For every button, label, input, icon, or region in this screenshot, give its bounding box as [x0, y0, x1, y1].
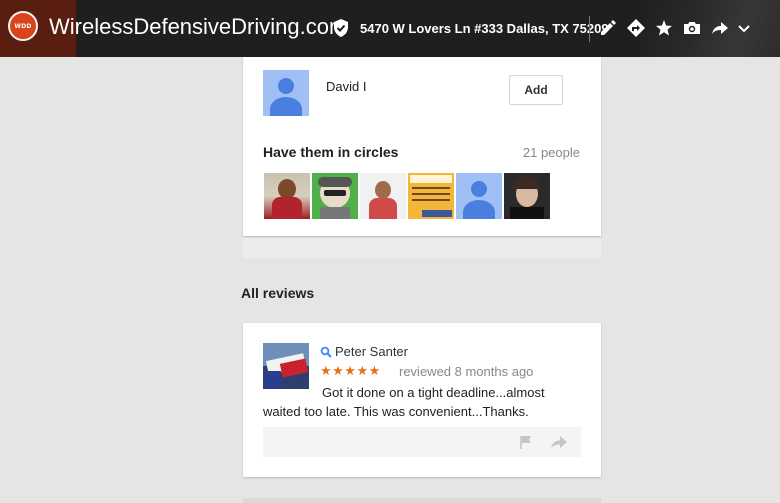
review-actions: [263, 427, 581, 457]
all-reviews-heading: All reviews: [241, 285, 315, 301]
verified-shield-icon: [334, 19, 348, 37]
circle-avatar[interactable]: [264, 173, 310, 219]
review-card: Peter Santer ★★★★★ reviewed 8 months ago…: [243, 323, 601, 477]
next-card-edge: [243, 498, 601, 503]
david-avatar[interactable]: [263, 70, 309, 116]
flag-icon[interactable]: [519, 435, 533, 449]
circle-avatar[interactable]: [504, 173, 550, 219]
circle-avatar[interactable]: [408, 173, 454, 219]
search-icon: [320, 346, 332, 358]
business-address[interactable]: 5470 W Lovers Ln #333 Dallas, TX 75209: [360, 21, 609, 36]
business-logo: WDD: [8, 11, 38, 41]
logo-text: WDD: [14, 22, 32, 30]
toolbar-divider: [589, 16, 590, 42]
rating-stars: ★★★★★: [320, 363, 381, 378]
reviewer-name[interactable]: Peter Santer: [335, 344, 408, 359]
circle-avatar[interactable]: [456, 173, 502, 219]
camera-icon[interactable]: [683, 19, 701, 37]
share-icon[interactable]: [711, 19, 729, 37]
circle-avatar[interactable]: [360, 173, 406, 219]
add-button[interactable]: Add: [509, 75, 563, 105]
pencil-icon[interactable]: [599, 19, 617, 37]
card-spacer: [243, 238, 601, 258]
top-bar: WDD WirelessDefensiveDriving.com 5470 W …: [0, 0, 780, 57]
share-review-icon[interactable]: [550, 435, 568, 449]
directions-icon[interactable]: [627, 19, 645, 37]
circles-heading: Have them in circles: [263, 144, 399, 160]
review-text: Got it done on a tight deadline...almost…: [263, 385, 545, 419]
star-icon[interactable]: [655, 19, 673, 37]
review-date: reviewed 8 months ago: [399, 364, 534, 379]
circle-avatar[interactable]: [312, 173, 358, 219]
circles-count[interactable]: 21 people: [523, 145, 580, 160]
circles-avatar-row: [264, 173, 550, 219]
chevron-down-icon[interactable]: [737, 19, 751, 37]
suggested-person-name[interactable]: David I: [326, 79, 366, 94]
people-card: David I Add Have them in circles 21 peop…: [243, 57, 601, 236]
business-title[interactable]: WirelessDefensiveDriving.com: [49, 14, 347, 40]
reviewer-name-wrap[interactable]: Peter Santer: [320, 344, 408, 359]
